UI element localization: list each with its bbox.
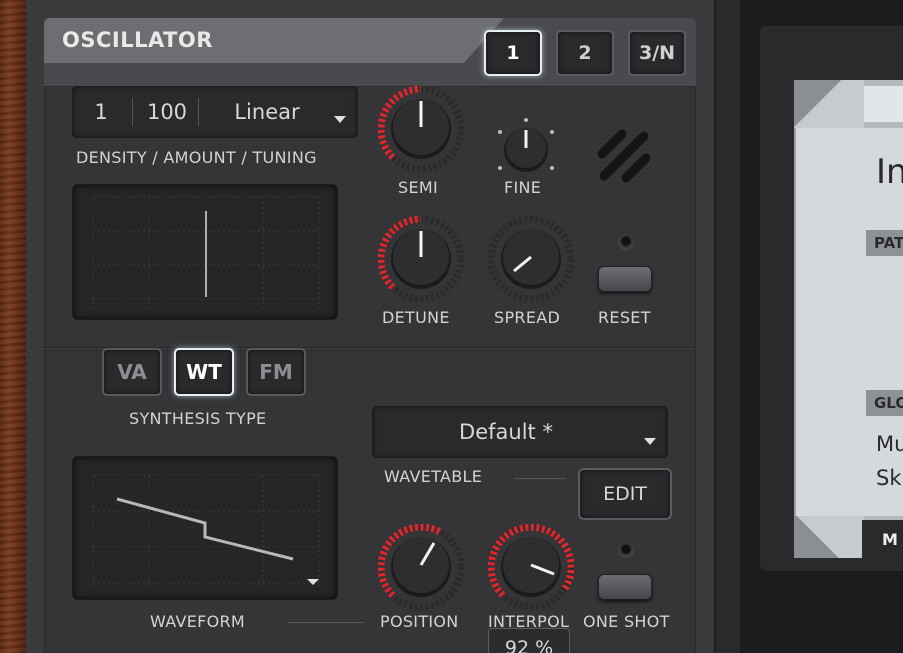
osc-1-button[interactable]: 1 (484, 30, 542, 76)
density-amount-tuning-label: DENSITY / AMOUNT / TUNING (76, 148, 317, 167)
screen-bottom-tab[interactable]: M (862, 520, 903, 558)
screen-line-1: Mu (876, 432, 903, 456)
panel-title: OSCILLATOR (62, 28, 213, 52)
divider (132, 98, 133, 126)
stripes-icon (596, 128, 654, 186)
synthesis-fm-button[interactable]: FM (246, 348, 306, 396)
spread-knob[interactable] (488, 216, 574, 302)
screen-chip-glo[interactable]: GLO (866, 390, 903, 416)
screen-chip-pat[interactable]: PAT (866, 230, 903, 256)
one-shot-led (618, 542, 634, 558)
divider (288, 622, 364, 623)
detune-knob[interactable] (378, 216, 464, 302)
fine-knob[interactable] (494, 116, 558, 180)
divider (198, 98, 199, 126)
osc-3n-button[interactable]: 3/N (628, 30, 686, 76)
detune-label: DETUNE (382, 308, 450, 327)
wavetable-value: Default * (459, 420, 553, 444)
position-knob[interactable] (378, 524, 464, 610)
fine-label: FINE (504, 178, 542, 197)
chevron-down-icon (644, 438, 656, 445)
wavetable-dropdown[interactable]: Default * (372, 406, 668, 458)
waveform-label: WAVEFORM (150, 612, 246, 631)
tuning-display-graph (92, 196, 320, 309)
chevron-down-icon (307, 579, 319, 585)
one-shot-label: ONE SHOT (583, 612, 670, 631)
detune-knob-graphic (378, 216, 464, 302)
interpol-knob-graphic (488, 524, 574, 610)
screen-corner-wedge (794, 516, 864, 558)
semi-knob[interactable] (378, 86, 464, 172)
waveform-display[interactable] (72, 456, 338, 600)
synthesis-wt-button[interactable]: WT (174, 348, 234, 396)
synthesis-va-button[interactable]: VA (102, 348, 162, 396)
wavetable-edit-button[interactable]: EDIT (578, 468, 672, 520)
position-knob-graphic (378, 524, 464, 610)
osc-2-button[interactable]: 2 (556, 30, 614, 76)
synthesis-type-label: SYNTHESIS TYPE (129, 409, 267, 428)
one-shot-button[interactable] (598, 574, 652, 600)
chevron-down-icon (334, 116, 346, 123)
tuning-display (72, 184, 338, 320)
reset-button[interactable] (598, 266, 652, 292)
semi-knob-graphic (378, 86, 464, 172)
tuning-value[interactable]: Linear (202, 86, 332, 138)
position-label: POSITION (380, 612, 459, 631)
fine-knob-graphic (498, 118, 554, 172)
interpol-knob[interactable] (488, 524, 574, 610)
waveform-line (116, 497, 294, 561)
reset-label: RESET (598, 308, 651, 327)
wood-side-panel (0, 0, 26, 653)
screen-line-2: Ski (876, 466, 903, 490)
preset-screen-top (794, 80, 903, 128)
spread-knob-graphic (488, 216, 574, 302)
divider (514, 478, 566, 479)
preset-screen-bottom: M (794, 516, 903, 558)
semi-label: SEMI (398, 178, 438, 197)
waveform-display-graph (92, 474, 320, 587)
interpol-value-readout: 92 % (488, 628, 570, 653)
reset-led (618, 234, 634, 250)
screen-heading: In (876, 152, 903, 192)
spread-label: SPREAD (494, 308, 561, 327)
density-amount-tuning-dropdown[interactable]: 1 100 Linear (72, 86, 358, 138)
screen-corner-wedge (794, 80, 864, 128)
screen-top-tab[interactable] (864, 86, 903, 122)
stripes-icon-graphic (597, 129, 651, 183)
wavetable-label: WAVETABLE (384, 467, 483, 486)
amount-value[interactable]: 100 (134, 86, 200, 138)
density-value[interactable]: 1 (72, 86, 130, 138)
